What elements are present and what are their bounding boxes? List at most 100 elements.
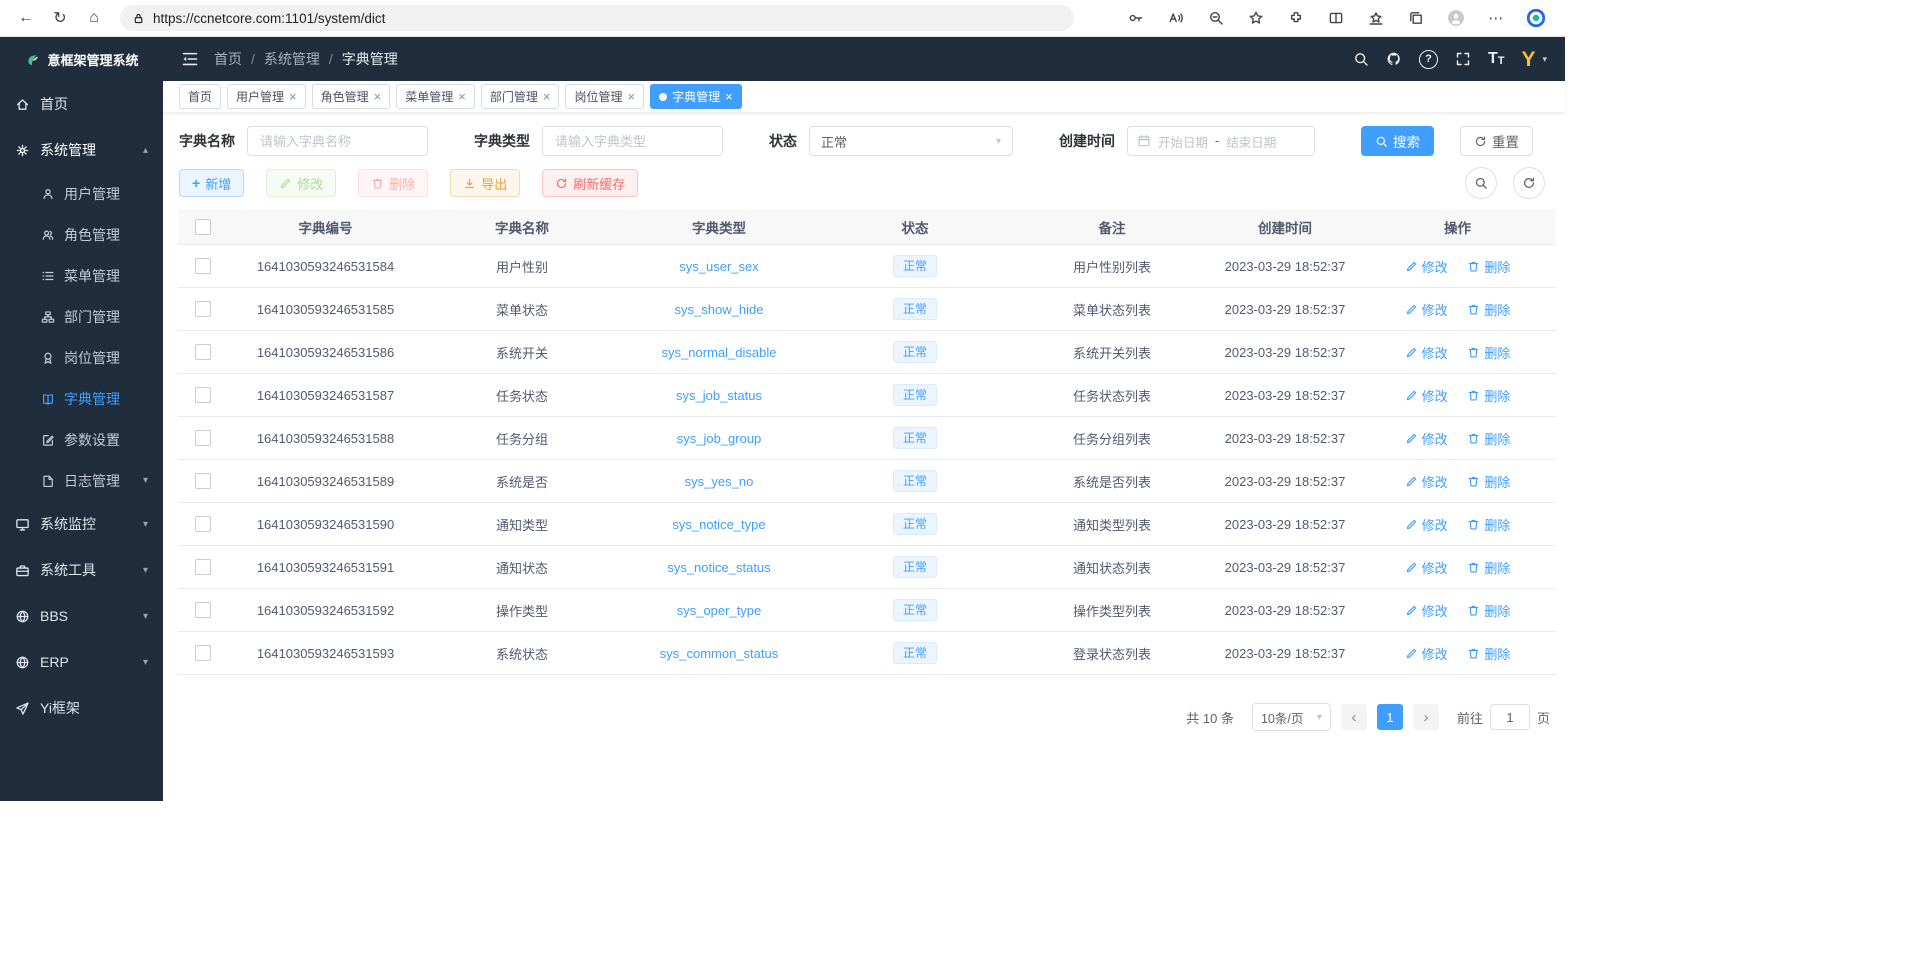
row-delete-button[interactable]: 删除 xyxy=(1467,601,1510,620)
row-delete-button[interactable]: 删除 xyxy=(1467,257,1510,276)
dict-type-link[interactable]: sys_show_hide xyxy=(675,302,764,317)
font-size-icon[interactable]: TT xyxy=(1488,51,1505,67)
export-button[interactable]: 导出 xyxy=(450,169,520,197)
sidebar-item-menu-mgmt[interactable]: 菜单管理 xyxy=(0,255,163,296)
password-key-icon[interactable] xyxy=(1117,4,1155,32)
date-range-picker[interactable]: 开始日期 - 结束日期 xyxy=(1127,126,1315,156)
page-size-select[interactable]: 10条/页 ▾ xyxy=(1252,703,1331,731)
sidebar-item-dept-mgmt[interactable]: 部门管理 xyxy=(0,296,163,337)
sidebar-item-home[interactable]: 首页 xyxy=(0,81,163,127)
sidebar-item-param-settings[interactable]: 参数设置 xyxy=(0,419,163,460)
dict-type-link[interactable]: sys_oper_type xyxy=(677,603,762,618)
row-edit-button[interactable]: 修改 xyxy=(1405,472,1448,491)
collections-icon[interactable] xyxy=(1397,4,1435,32)
tab-dept-mgmt[interactable]: 部门管理× xyxy=(481,84,560,109)
page-1-button[interactable]: 1 xyxy=(1377,704,1403,730)
row-checkbox[interactable] xyxy=(195,645,211,661)
row-delete-button[interactable]: 删除 xyxy=(1467,343,1510,362)
row-delete-button[interactable]: 删除 xyxy=(1467,515,1510,534)
yi-logo-icon[interactable]: Y xyxy=(1521,49,1534,70)
close-icon[interactable]: × xyxy=(374,90,382,103)
row-edit-button[interactable]: 修改 xyxy=(1405,386,1448,405)
refresh-table-button[interactable] xyxy=(1513,167,1545,199)
close-icon[interactable]: × xyxy=(289,90,297,103)
dict-type-link[interactable]: sys_user_sex xyxy=(679,259,758,274)
edit-button[interactable]: 修改 xyxy=(266,169,336,197)
row-edit-button[interactable]: 修改 xyxy=(1405,429,1448,448)
row-checkbox[interactable] xyxy=(195,559,211,575)
row-checkbox[interactable] xyxy=(195,258,211,274)
dict-type-link[interactable]: sys_yes_no xyxy=(685,474,754,489)
refresh-cache-button[interactable]: 刷新缓存 xyxy=(542,169,638,197)
prev-page-button[interactable]: ‹ xyxy=(1341,704,1367,730)
row-checkbox[interactable] xyxy=(195,473,211,489)
dict-type-input[interactable] xyxy=(542,126,723,156)
next-page-button[interactable]: › xyxy=(1413,704,1439,730)
row-edit-button[interactable]: 修改 xyxy=(1405,558,1448,577)
row-edit-button[interactable]: 修改 xyxy=(1405,601,1448,620)
home-button[interactable]: ⌂ xyxy=(78,4,110,32)
zoom-out-icon[interactable] xyxy=(1197,4,1235,32)
read-aloud-icon[interactable] xyxy=(1157,4,1195,32)
status-select[interactable]: 正常 ▾ xyxy=(809,126,1013,156)
delete-button[interactable]: 删除 xyxy=(358,169,428,197)
github-icon[interactable] xyxy=(1386,51,1402,67)
row-checkbox[interactable] xyxy=(195,301,211,317)
dict-type-link[interactable]: sys_normal_disable xyxy=(662,345,777,360)
menu-fold-icon[interactable] xyxy=(181,50,199,68)
sidebar-item-yi-framework[interactable]: Yi框架 xyxy=(0,685,163,731)
tab-menu-mgmt[interactable]: 菜单管理× xyxy=(396,84,475,109)
tab-post-mgmt[interactable]: 岗位管理× xyxy=(565,84,644,109)
close-icon[interactable]: × xyxy=(627,90,635,103)
sidebar-item-role-mgmt[interactable]: 角色管理 xyxy=(0,214,163,255)
row-edit-button[interactable]: 修改 xyxy=(1405,300,1448,319)
bing-copilot-icon[interactable] xyxy=(1517,4,1555,32)
tab-role-mgmt[interactable]: 角色管理× xyxy=(312,84,391,109)
breadcrumb-system-mgmt[interactable]: 系统管理 xyxy=(264,49,320,69)
sidebar-item-post-mgmt[interactable]: 岗位管理 xyxy=(0,337,163,378)
tab-dict-mgmt[interactable]: 字典管理× xyxy=(650,84,742,109)
close-icon[interactable]: × xyxy=(725,90,733,103)
dict-type-link[interactable]: sys_common_status xyxy=(660,646,779,661)
sidebar-item-dict-mgmt[interactable]: 字典管理 xyxy=(0,378,163,419)
tab-home[interactable]: 首页 xyxy=(179,84,221,109)
close-icon[interactable]: × xyxy=(543,90,551,103)
logo-dropdown-chevron-icon[interactable]: ▾ xyxy=(1542,54,1547,65)
help-icon[interactable]: ? xyxy=(1419,50,1438,69)
reload-button[interactable]: ↻ xyxy=(44,4,76,32)
split-screen-icon[interactable] xyxy=(1317,4,1355,32)
dict-type-link[interactable]: sys_job_group xyxy=(677,431,762,446)
row-delete-button[interactable]: 删除 xyxy=(1467,558,1510,577)
tab-user-mgmt[interactable]: 用户管理× xyxy=(227,84,306,109)
favorites-bar-icon[interactable] xyxy=(1357,4,1395,32)
sidebar-item-system-monitor[interactable]: 系统监控 ▾ xyxy=(0,501,163,547)
row-checkbox[interactable] xyxy=(195,602,211,618)
row-checkbox[interactable] xyxy=(195,387,211,403)
breadcrumb-home[interactable]: 首页 xyxy=(214,49,242,69)
favorites-star-icon[interactable] xyxy=(1237,4,1275,32)
sidebar-item-erp[interactable]: ERP ▾ xyxy=(0,639,163,685)
fullscreen-icon[interactable] xyxy=(1455,51,1471,67)
sidebar-item-system-mgmt[interactable]: 系统管理 ▴ xyxy=(0,127,163,173)
header-search-icon[interactable] xyxy=(1353,51,1369,67)
sidebar-item-system-tools[interactable]: 系统工具 ▾ xyxy=(0,547,163,593)
close-icon[interactable]: × xyxy=(458,90,466,103)
search-button[interactable]: 搜索 xyxy=(1361,126,1434,156)
dict-type-link[interactable]: sys_job_status xyxy=(676,388,762,403)
row-checkbox[interactable] xyxy=(195,430,211,446)
row-delete-button[interactable]: 删除 xyxy=(1467,300,1510,319)
search-toggle-button[interactable] xyxy=(1465,167,1497,199)
row-edit-button[interactable]: 修改 xyxy=(1405,343,1448,362)
select-all-checkbox[interactable] xyxy=(195,219,211,235)
add-button[interactable]: +新增 xyxy=(179,169,244,197)
sidebar-item-bbs[interactable]: BBS ▾ xyxy=(0,593,163,639)
row-edit-button[interactable]: 修改 xyxy=(1405,644,1448,663)
goto-page-input[interactable] xyxy=(1490,704,1530,730)
row-checkbox[interactable] xyxy=(195,516,211,532)
dict-type-link[interactable]: sys_notice_status xyxy=(667,560,770,575)
row-delete-button[interactable]: 删除 xyxy=(1467,472,1510,491)
dict-type-link[interactable]: sys_notice_type xyxy=(672,517,765,532)
row-edit-button[interactable]: 修改 xyxy=(1405,257,1448,276)
more-menu-icon[interactable]: ⋯ xyxy=(1477,4,1515,32)
row-edit-button[interactable]: 修改 xyxy=(1405,515,1448,534)
